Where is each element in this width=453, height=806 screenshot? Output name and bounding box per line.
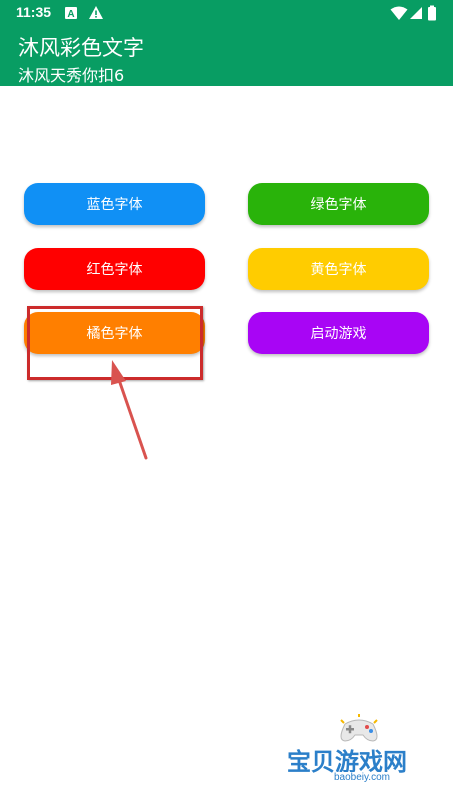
watermark-logo: 宝贝游戏网 baobeiy.com [275, 712, 445, 802]
app-bar: 11:35 A 沐风彩色文字 沐风天秀你扣6 [0, 0, 453, 86]
watermark-url: baobeiy.com [330, 772, 394, 783]
svg-text:A: A [67, 9, 74, 20]
gamepad-icon [340, 714, 378, 742]
font-a-icon: A [65, 7, 77, 20]
pointer-arrow-icon [111, 360, 148, 460]
warning-icon [89, 6, 103, 19]
app-title: 沐风彩色文字 [18, 36, 144, 60]
yellow-font-button[interactable]: 黄色字体 [248, 248, 429, 290]
red-font-button[interactable]: 红色字体 [24, 248, 205, 290]
signal-icon [410, 7, 422, 19]
blue-font-button[interactable]: 蓝色字体 [24, 183, 205, 225]
launch-game-button[interactable]: 启动游戏 [248, 312, 429, 354]
green-font-button[interactable]: 绿色字体 [248, 183, 429, 225]
app-subtitle: 沐风天秀你扣6 [18, 66, 125, 85]
status-time: 11:35 [16, 4, 52, 20]
battery-icon [428, 5, 436, 21]
wifi-icon [390, 6, 408, 20]
status-bar: 11:35 A [0, 0, 453, 26]
